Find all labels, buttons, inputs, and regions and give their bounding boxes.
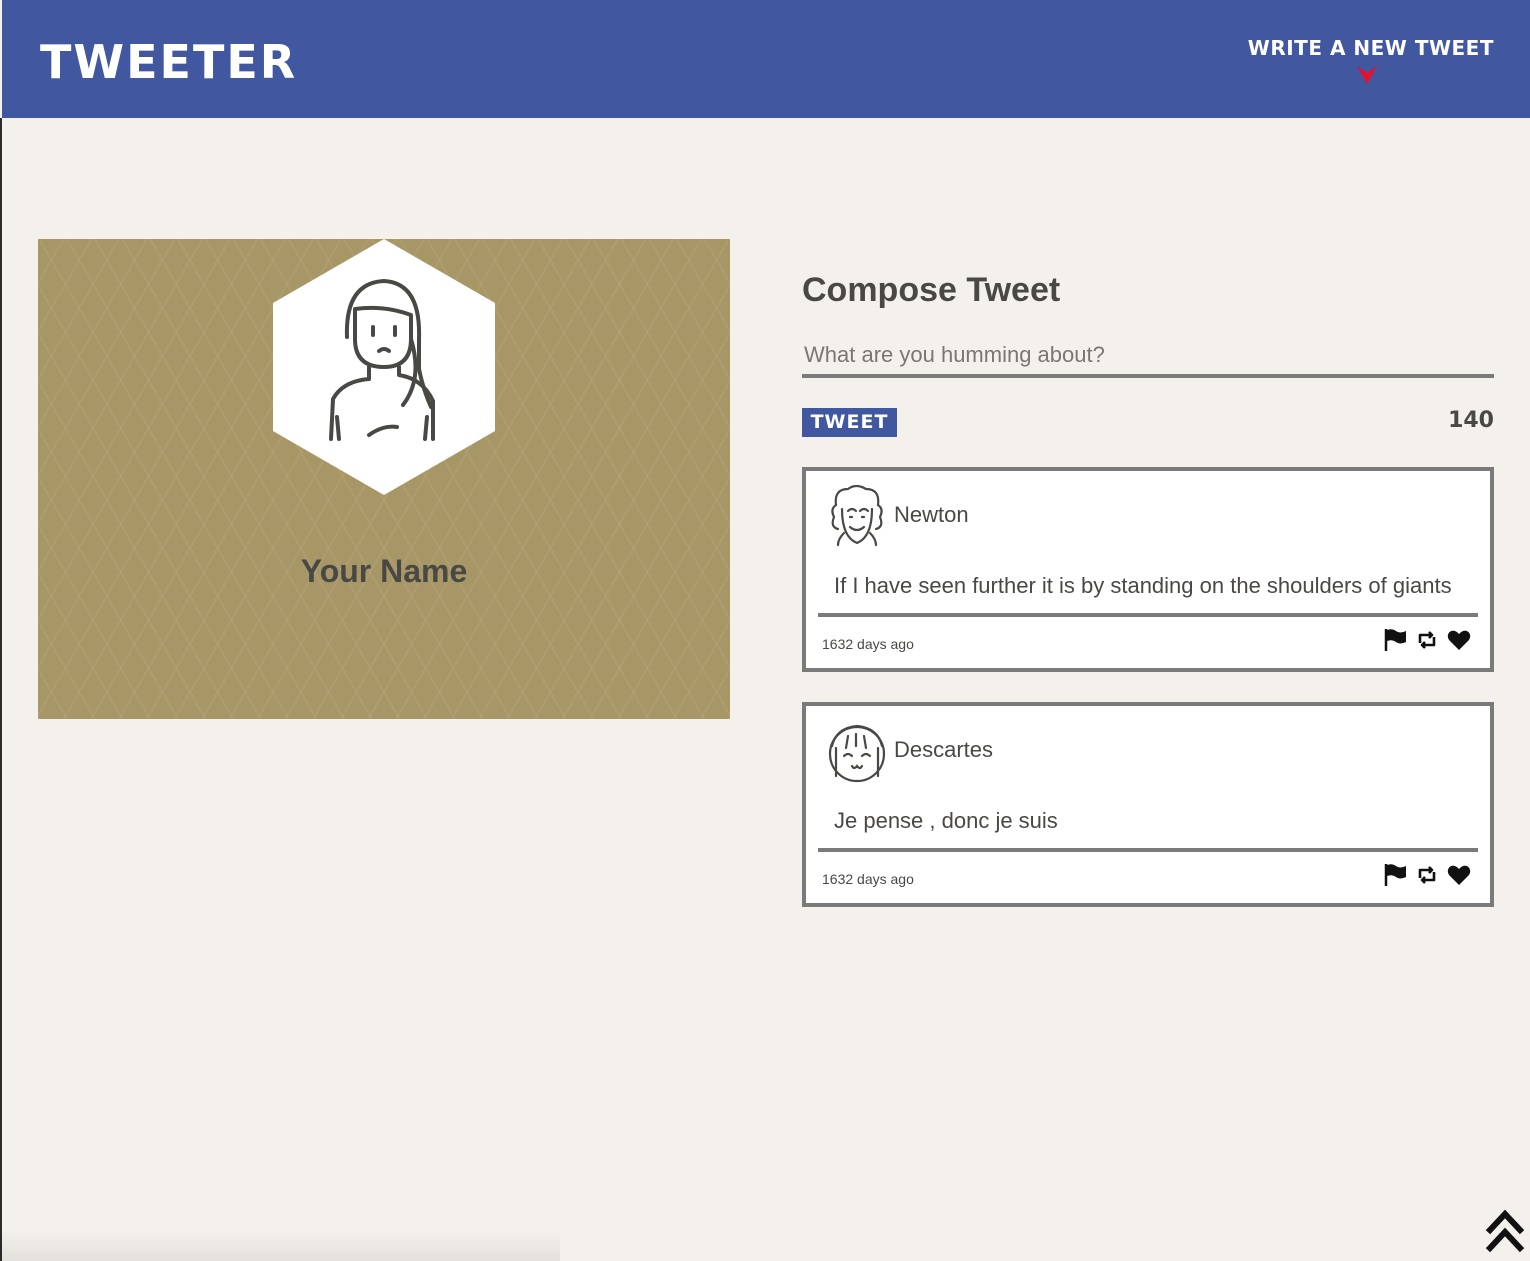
tweet-card: Newton If I have seen further it is by s… — [802, 467, 1494, 672]
retweet-icon[interactable] — [1414, 627, 1440, 653]
profile-card: Your Name — [38, 239, 730, 719]
descartes-avatar-icon — [828, 724, 886, 783]
compose-input[interactable] — [802, 336, 1494, 378]
tweet-content: If I have seen further it is by standing… — [834, 573, 1452, 598]
tweet-actions — [1382, 627, 1472, 653]
char-counter: 140 — [1448, 408, 1494, 433]
window-edge — [0, 118, 2, 1261]
tweet-age: 1632 days ago — [822, 871, 914, 887]
arrow-down-icon[interactable] — [1355, 64, 1379, 86]
tweet-divider — [818, 848, 1478, 852]
tweet-divider — [818, 613, 1478, 617]
top-nav: TWEETER WRITE A NEW TWEET — [2, 0, 1530, 118]
user-avatar-icon — [273, 239, 495, 495]
tweet-handle[interactable]: Descartes — [894, 736, 993, 764]
flag-icon[interactable] — [1382, 627, 1408, 653]
heart-icon[interactable] — [1446, 862, 1472, 888]
page-shadow — [0, 1230, 560, 1261]
retweet-icon[interactable] — [1414, 862, 1440, 888]
app-logo[interactable]: TWEETER — [40, 34, 297, 90]
tweet-button[interactable]: TWEET — [802, 408, 897, 437]
tweet-handle[interactable]: Newton — [894, 501, 969, 529]
newton-avatar-icon — [831, 484, 883, 547]
tweet-age: 1632 days ago — [822, 636, 914, 652]
tweet-card: Descartes Je pense , donc je suis 1632 d… — [802, 702, 1494, 907]
write-new-tweet-link[interactable]: WRITE A NEW TWEET — [1248, 34, 1494, 62]
heart-icon[interactable] — [1446, 627, 1472, 653]
flag-icon[interactable] — [1382, 862, 1408, 888]
double-chevron-up-icon[interactable] — [1484, 1208, 1526, 1254]
profile-name: Your Name — [300, 553, 468, 589]
tweet-content: Je pense , donc je suis — [834, 808, 1058, 833]
tweet-actions — [1382, 862, 1472, 888]
compose-title: Compose Tweet — [802, 271, 1061, 309]
